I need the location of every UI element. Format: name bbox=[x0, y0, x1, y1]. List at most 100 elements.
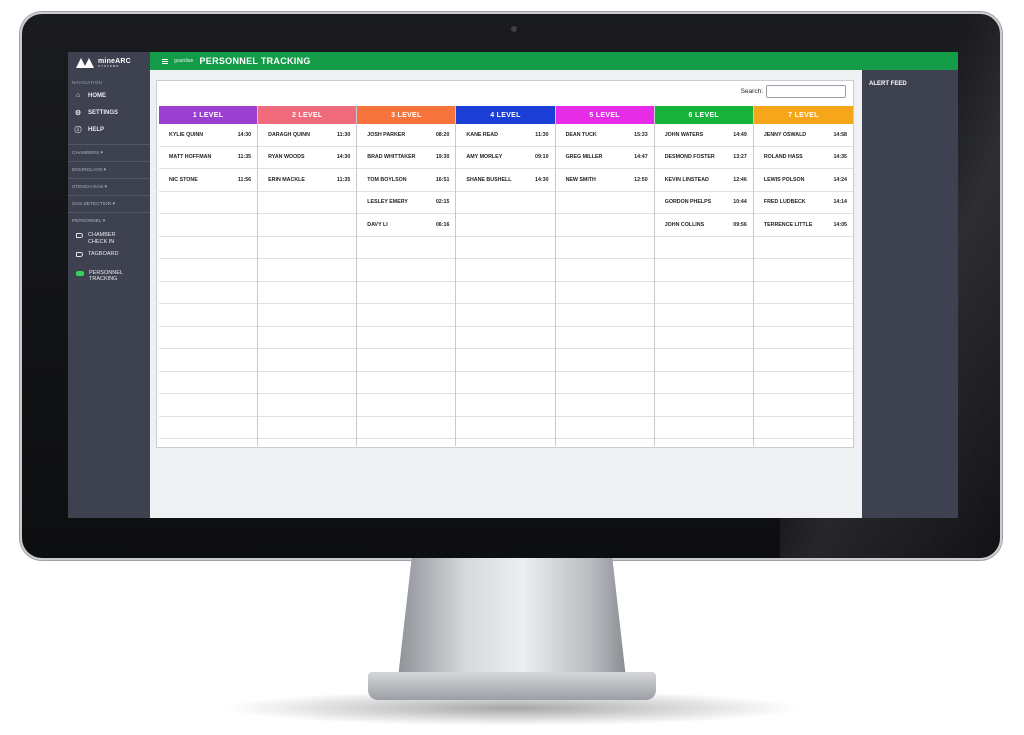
personnel-row[interactable]: SHANE BUSHELL 14:30 bbox=[456, 169, 555, 192]
level-header[interactable]: 4 LEVEL bbox=[456, 106, 555, 124]
sidebar-item-chamber-check-in[interactable]: CHAMBER CHECK IN bbox=[68, 229, 150, 248]
empty-row bbox=[456, 282, 555, 304]
search-input[interactable] bbox=[766, 85, 846, 98]
empty-row bbox=[654, 327, 753, 349]
person-name: RYAN WOODS bbox=[268, 154, 305, 161]
check-in-time: 12:46 bbox=[733, 176, 747, 183]
personnel-row[interactable]: GORDON PHELPS 10:44 bbox=[654, 192, 753, 214]
personnel-row[interactable]: GREG MILLER 14:47 bbox=[555, 147, 654, 169]
personnel-row[interactable]: LESLEY EMERY 02:15 bbox=[357, 192, 456, 214]
person-name: DESMOND FOSTER bbox=[664, 154, 715, 161]
check-in-time: 14:49 bbox=[733, 131, 747, 138]
person-name: LESLEY EMERY bbox=[367, 199, 408, 206]
empty-row bbox=[159, 192, 258, 214]
empty-row bbox=[258, 214, 357, 237]
sidebar-item-tagboard[interactable]: TAGBOARD bbox=[68, 248, 150, 261]
personnel-row[interactable]: LEWIS POLSON 14:24 bbox=[753, 169, 853, 192]
personnel-row[interactable]: DAVY LI 06:16 bbox=[357, 214, 456, 237]
personnel-row[interactable]: JOHN WATERS 14:49 bbox=[654, 124, 753, 147]
logo-mark-icon bbox=[76, 58, 94, 68]
check-in-time: 12:50 bbox=[634, 176, 648, 183]
empty-row bbox=[258, 394, 357, 417]
level-header[interactable]: 7 LEVEL bbox=[753, 106, 853, 124]
person-name: GREG MILLER bbox=[565, 154, 603, 161]
check-in-time: 02:15 bbox=[435, 199, 450, 206]
personnel-row[interactable]: NIC STONE 11:56 bbox=[159, 169, 258, 192]
person-name: KANE READ bbox=[466, 131, 498, 138]
menu-icon[interactable] bbox=[162, 58, 168, 64]
empty-row bbox=[555, 372, 654, 394]
person-name: TERRENCE LITTLE bbox=[763, 221, 813, 228]
personnel-row[interactable]: TOM BOYLSON 16:51 bbox=[357, 169, 456, 192]
check-in-time: 14:14 bbox=[833, 199, 847, 206]
level-header[interactable]: 2 LEVEL bbox=[258, 106, 357, 124]
personnel-row[interactable]: KANE READ 11:30 bbox=[456, 124, 555, 147]
level-header[interactable]: 3 LEVEL bbox=[357, 106, 456, 124]
tracking-panel: Search: 1 LEVEL KYLIE QUINN 14:30 MATT HOFF… bbox=[156, 80, 854, 448]
empty-row bbox=[555, 304, 654, 327]
sidebar-section-personnel[interactable]: PERSONNEL ▾ bbox=[68, 212, 150, 229]
level-column: 4 LEVEL KANE READ 11:30 AMY MORLEY 09:10 SHAN… bbox=[456, 106, 556, 446]
empty-row bbox=[456, 237, 555, 259]
check-in-time: 11:56 bbox=[237, 176, 252, 183]
main-content: Search: 1 LEVEL KYLIE QUINN 14:30 MATT HOFF… bbox=[150, 70, 862, 518]
sidebar-section-stench-gas[interactable]: STENCH GAS ▾ bbox=[68, 178, 150, 195]
empty-row bbox=[654, 349, 753, 372]
personnel-row[interactable]: KYLIE QUINN 14:30 bbox=[159, 124, 258, 147]
sidebar-item-help[interactable]: ⓘ HELP bbox=[68, 121, 150, 138]
brand-label: guardian bbox=[174, 58, 194, 64]
sidebar-section-envirolavs[interactable]: ENVIROLAVS ▾ bbox=[68, 161, 150, 178]
empty-row bbox=[555, 417, 654, 439]
personnel-row[interactable]: MATT HOFFMAN 11:35 bbox=[159, 147, 258, 169]
level-header[interactable]: 6 LEVEL bbox=[654, 106, 753, 124]
check-in-time: 13:27 bbox=[733, 154, 747, 161]
personnel-row[interactable]: DESMOND FOSTER 13:27 bbox=[654, 147, 753, 169]
sidebar-item-home[interactable]: ⌂ HOME bbox=[68, 87, 150, 104]
personnel-row[interactable]: DARAGH QUINN 11:30 bbox=[258, 124, 357, 147]
check-in-time: 11:30 bbox=[337, 131, 351, 138]
personnel-row[interactable]: KEVIN LINSTEAD 12:46 bbox=[654, 169, 753, 192]
check-in-time: 11:35 bbox=[237, 154, 252, 161]
empty-row bbox=[753, 327, 853, 349]
person-name: AMY MORLEY bbox=[466, 154, 503, 161]
personnel-row[interactable]: JOHN COLLINS 09:56 bbox=[654, 214, 753, 237]
personnel-row[interactable]: FRED LUDBECK 14:14 bbox=[753, 192, 853, 214]
empty-row bbox=[555, 327, 654, 349]
personnel-row[interactable]: ROLAND HASS 14:35 bbox=[753, 147, 853, 169]
empty-row bbox=[357, 372, 456, 394]
personnel-row[interactable]: ERIN MACKLE 11:35 bbox=[258, 169, 357, 192]
monitor-stand-neck bbox=[398, 558, 626, 678]
level-header[interactable]: 1 LEVEL bbox=[159, 106, 258, 124]
empty-row bbox=[654, 417, 753, 439]
check-in-time: 14:58 bbox=[833, 131, 847, 138]
sidebar-item-label: HOME bbox=[88, 92, 106, 99]
personnel-row[interactable]: DEAN TUCK 15:33 bbox=[555, 124, 654, 147]
sidebar-item-settings[interactable]: ⚙ SETTINGS bbox=[68, 104, 150, 121]
check-in-time: 06:16 bbox=[435, 221, 450, 228]
sidebar-section-gas-detection[interactable]: GAS DETECTION ▾ bbox=[68, 195, 150, 212]
personnel-row[interactable]: AMY MORLEY 09:10 bbox=[456, 147, 555, 169]
alert-feed-panel: ALERT FEED bbox=[862, 70, 958, 518]
empty-row bbox=[753, 417, 853, 439]
personnel-row[interactable]: NEW SMITH 12:50 bbox=[555, 169, 654, 192]
level-header[interactable]: 5 LEVEL bbox=[555, 106, 654, 124]
personnel-row[interactable]: BRAD WHITTAKER 19:30 bbox=[357, 147, 456, 169]
personnel-row[interactable]: JOSH PARKER 08:20 bbox=[357, 124, 456, 147]
sidebar-item-label: CHAMBER CHECK IN bbox=[88, 232, 116, 245]
sidebar-section-chambers[interactable]: CHAMBERS ▾ bbox=[68, 144, 150, 161]
empty-row bbox=[555, 394, 654, 417]
empty-row bbox=[159, 327, 258, 349]
personnel-row[interactable]: RYAN WOODS 14:30 bbox=[258, 147, 357, 169]
empty-row bbox=[357, 259, 456, 282]
personnel-row[interactable]: JENNY OSWALD 14:58 bbox=[753, 124, 853, 147]
empty-row bbox=[456, 192, 555, 214]
logo[interactable]: mineARC SYSTEMS bbox=[68, 52, 150, 74]
person-name: FRED LUDBECK bbox=[763, 199, 806, 206]
empty-row bbox=[654, 282, 753, 304]
personnel-row[interactable]: TERRENCE LITTLE 14:05 bbox=[753, 214, 853, 237]
empty-row bbox=[357, 417, 456, 439]
empty-row bbox=[555, 237, 654, 259]
check-in-time: 14:05 bbox=[833, 221, 847, 228]
empty-row bbox=[753, 304, 853, 327]
sidebar-item-personnel-tracking[interactable]: PERSONNEL TRACKING bbox=[68, 267, 150, 286]
